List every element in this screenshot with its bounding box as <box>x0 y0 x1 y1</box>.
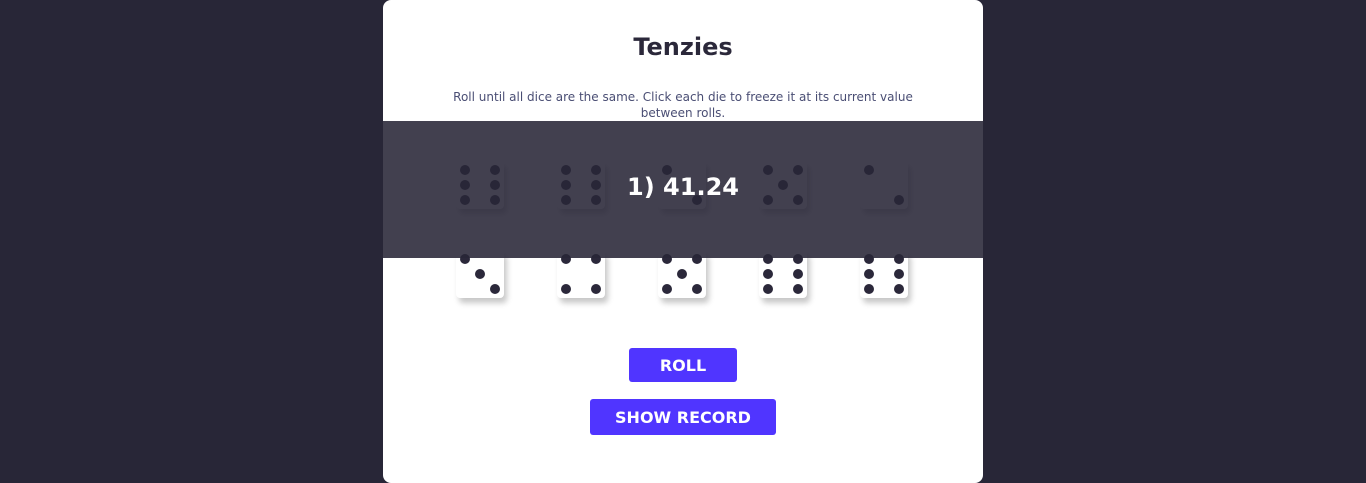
die-pip <box>591 284 601 294</box>
roll-button[interactable]: ROLL <box>629 348 737 382</box>
die-pip <box>894 284 904 294</box>
die-pip <box>864 269 874 279</box>
die-pip <box>894 269 904 279</box>
show-record-button[interactable]: SHOW RECORD <box>590 399 776 435</box>
die-pip <box>793 269 803 279</box>
die-pip <box>561 284 571 294</box>
game-title: Tenzies <box>633 33 733 61</box>
game-instructions: Roll until all dice are the same. Click … <box>453 90 913 120</box>
die-pip <box>763 284 773 294</box>
die-pip <box>793 284 803 294</box>
die-pip <box>490 284 500 294</box>
record-overlay: 1) 41.24 <box>383 121 983 258</box>
die-pip <box>677 269 687 279</box>
die-pip <box>662 284 672 294</box>
game-card: Tenzies Roll until all dice are the same… <box>383 0 983 483</box>
die-pip <box>864 284 874 294</box>
die-pip <box>475 269 485 279</box>
die-pip <box>763 269 773 279</box>
die-pip <box>692 284 702 294</box>
record-entry: 1) 41.24 <box>627 172 739 201</box>
